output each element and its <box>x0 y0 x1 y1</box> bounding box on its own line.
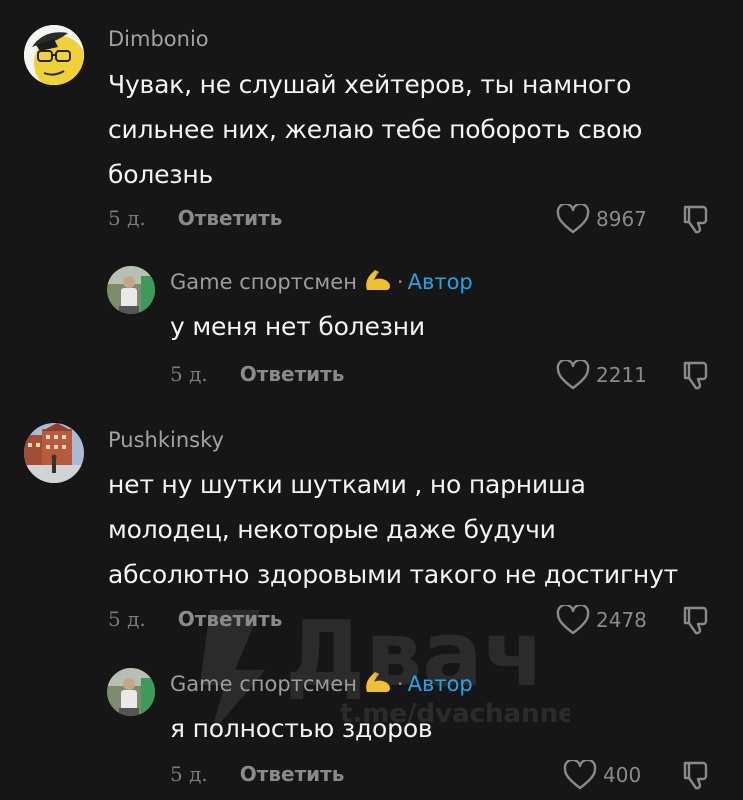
reply-button[interactable]: Ответить <box>178 607 283 631</box>
comment-username[interactable]: Dimbonio <box>108 27 209 51</box>
reply-button[interactable]: Ответить <box>240 762 345 786</box>
avatar[interactable] <box>107 266 155 314</box>
comment-text-line: болезнь <box>108 160 214 189</box>
heart-icon <box>556 204 590 234</box>
heart-icon <box>556 605 590 635</box>
thumb-down-icon[interactable] <box>680 604 712 636</box>
like-button[interactable]: 2211 <box>556 360 647 390</box>
comment-text: у меня нет болезни <box>170 304 425 349</box>
comment-text: нет ну шутки шутками , но парниша молоде… <box>108 462 678 597</box>
author-badge: Автор <box>407 672 473 696</box>
thumb-down-icon[interactable] <box>680 203 712 235</box>
avatar[interactable] <box>107 668 155 716</box>
thumb-down-icon[interactable] <box>680 759 712 791</box>
comment-text-line: сильнее них, желаю тебе побороть свою <box>108 115 643 144</box>
comment-text-line: Чувак, не слушай хейтеров, ты намного <box>108 70 632 99</box>
like-button[interactable]: 8967 <box>556 204 647 234</box>
comment-text-line: нет ну шутки шутками , но парниша <box>108 470 586 499</box>
thumb-down-icon[interactable] <box>680 359 712 391</box>
comment-username[interactable]: Game спортсмен <box>170 672 357 696</box>
author-badge: Автор <box>407 270 473 294</box>
like-count: 2478 <box>596 608 647 632</box>
comment-text-line: молодец, некоторые даже будучи <box>108 515 556 544</box>
like-count: 8967 <box>596 207 647 231</box>
comment-username-row: Game спортсмен · Автор <box>170 268 473 294</box>
flexed-biceps-emoji <box>366 270 390 290</box>
like-count: 400 <box>603 763 642 787</box>
comment-text: я полностью здоров <box>170 706 433 751</box>
comment-text-line: у меня нет болезни <box>170 312 425 341</box>
comment-meta: 5 д. Ответить <box>170 762 344 786</box>
like-button[interactable]: 2478 <box>556 605 647 635</box>
avatar[interactable] <box>24 423 84 483</box>
comment-meta: 5 д. Ответить <box>108 607 282 631</box>
separator-dot: · <box>396 270 404 294</box>
comment-meta: 5 д. Ответить <box>170 362 344 386</box>
comment-username[interactable]: Pushkinsky <box>108 428 224 452</box>
flexed-biceps-emoji <box>366 672 390 692</box>
avatar[interactable] <box>24 25 84 85</box>
avatar-image <box>107 266 155 314</box>
comment-text-line: я полностью здоров <box>170 714 433 743</box>
comment-time: 5 д. <box>170 762 208 786</box>
comment-username[interactable]: Game спортсмен <box>170 270 357 294</box>
comment-meta: 5 д. Ответить <box>108 206 282 230</box>
comment-time: 5 д. <box>108 206 146 230</box>
heart-icon <box>563 760 597 790</box>
comment-time: 5 д. <box>108 607 146 631</box>
heart-icon <box>556 360 590 390</box>
like-count: 2211 <box>596 363 647 387</box>
reply-button[interactable]: Ответить <box>240 362 345 386</box>
comment-username-row: Game спортсмен · Автор <box>170 670 473 696</box>
reply-button[interactable]: Ответить <box>178 206 283 230</box>
avatar-image <box>24 423 84 483</box>
comment-text-line: абсолютно здоровыми такого не достигнут <box>108 560 679 589</box>
comment-time: 5 д. <box>170 362 208 386</box>
avatar-image <box>24 25 84 85</box>
avatar-image <box>107 668 155 716</box>
comment-text: Чувак, не слушай хейтеров, ты намного си… <box>108 62 642 197</box>
separator-dot: · <box>396 672 404 696</box>
like-button[interactable]: 400 <box>563 760 641 790</box>
